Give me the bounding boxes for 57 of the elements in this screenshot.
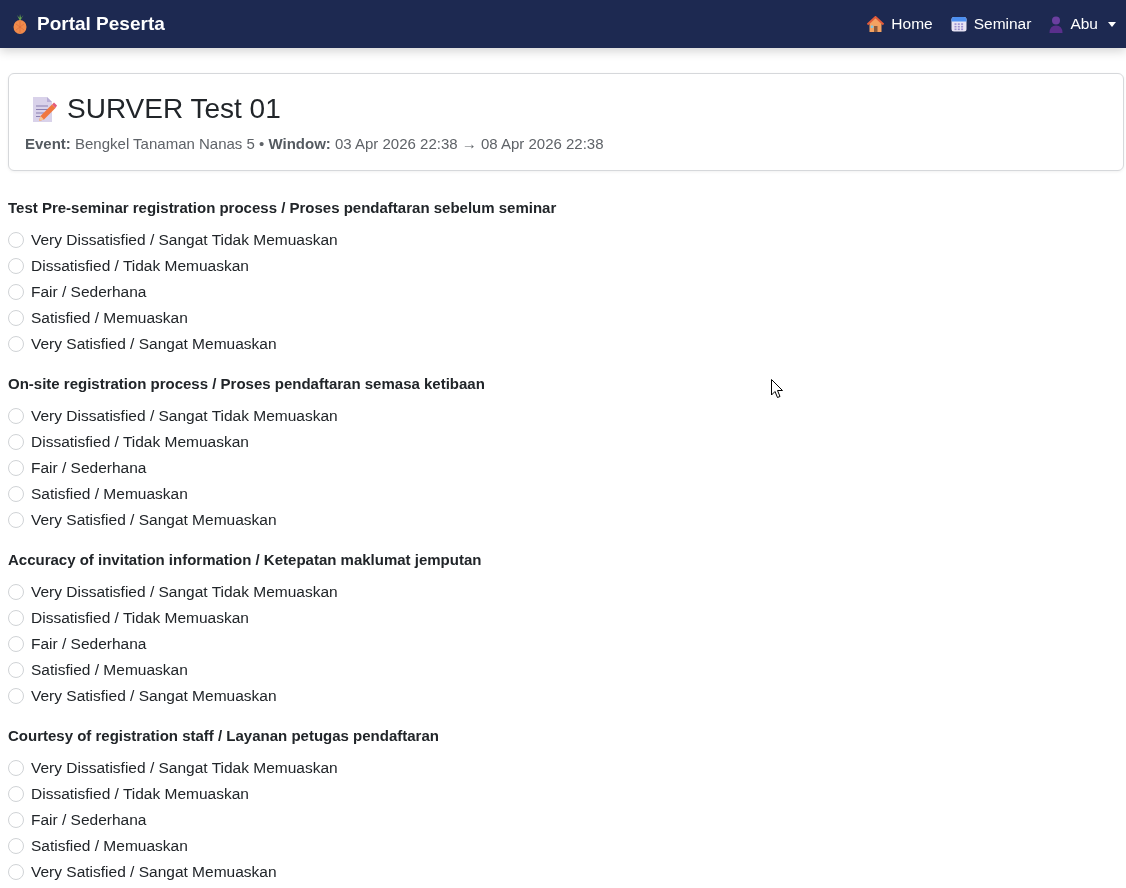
- option-label[interactable]: Dissatisfied / Tidak Memuaskan: [31, 431, 249, 453]
- option-label[interactable]: Very Satisfied / Sangat Memuaskan: [31, 685, 277, 707]
- radio-button[interactable]: [8, 812, 24, 828]
- option-label[interactable]: Very Satisfied / Sangat Memuaskan: [31, 333, 277, 355]
- nav-link[interactable]: Home: [867, 15, 933, 33]
- radio-button[interactable]: [8, 310, 24, 326]
- question-title: On-site registration process / Proses pendaftaran semasa ketibaan: [8, 374, 485, 394]
- radio-button[interactable]: [8, 688, 24, 704]
- brand-link[interactable]: Portal Peserta: [12, 13, 165, 35]
- nav-link[interactable]: Seminar: [950, 15, 1032, 33]
- caret-icon: [1108, 21, 1116, 27]
- mouse-pointer-icon: [771, 379, 784, 399]
- radio-button[interactable]: [8, 610, 24, 626]
- radio-button[interactable]: [8, 460, 24, 476]
- option-label[interactable]: Satisfied / Memuaskan: [31, 483, 188, 505]
- person-icon: [1049, 15, 1064, 33]
- note-pencil-icon: [31, 95, 57, 123]
- radio-button[interactable]: [8, 408, 24, 424]
- option-label[interactable]: Very Dissatisfied / Sangat Tidak Memuaskan: [31, 757, 338, 779]
- survey-details: Event: Bengkel Tanaman Nanas 5 • Window: 03 Apr 2026 22:38 → 08 Apr 2026 22:38: [25, 134, 605, 154]
- radio-button[interactable]: [8, 284, 24, 300]
- option-label[interactable]: Very Dissatisfied / Sangat Tidak Memuaskan: [31, 405, 338, 427]
- option-label[interactable]: Satisfied / Memuaskan: [31, 307, 188, 329]
- option-label[interactable]: Very Satisfied / Sangat Memuaskan: [31, 861, 277, 883]
- user-menu-toggle[interactable]: Abu: [1049, 15, 1116, 33]
- option-label[interactable]: Satisfied / Memuaskan: [31, 835, 188, 857]
- radio-button[interactable]: [8, 636, 24, 652]
- radio-button[interactable]: [8, 512, 24, 528]
- radio-button[interactable]: [8, 662, 24, 678]
- option-label[interactable]: Satisfied / Memuaskan: [31, 659, 188, 681]
- radio-button[interactable]: [8, 786, 24, 802]
- option-label[interactable]: Fair / Sederhana: [31, 457, 147, 479]
- question-title: Test Pre-seminar registration process / Proses pendaftaran sebelum seminar: [8, 198, 557, 218]
- radio-button[interactable]: [8, 760, 24, 776]
- option-label[interactable]: Fair / Sederhana: [31, 633, 147, 655]
- survey-title: SURVER Test 01: [67, 92, 281, 126]
- radio-button[interactable]: [8, 838, 24, 854]
- pineapple-icon: [12, 14, 28, 34]
- question-title: Accuracy of invitation information / Ketepatan maklumat jemputan: [8, 550, 482, 570]
- option-label[interactable]: Very Dissatisfied / Sangat Tidak Memuaskan: [31, 581, 338, 603]
- option-label[interactable]: Dissatisfied / Tidak Memuaskan: [31, 607, 249, 629]
- radio-button[interactable]: [8, 258, 24, 274]
- option-label[interactable]: Fair / Sederhana: [31, 281, 147, 303]
- radio-button[interactable]: [8, 486, 24, 502]
- option-label[interactable]: Dissatisfied / Tidak Memuaskan: [31, 783, 249, 805]
- radio-button[interactable]: [8, 434, 24, 450]
- radio-button[interactable]: [8, 864, 24, 880]
- radio-button[interactable]: [8, 336, 24, 352]
- house-icon: [867, 16, 885, 32]
- calendar-icon: [950, 16, 967, 32]
- question-title: Courtesy of registration staff / Layanan petugas pendaftaran: [8, 726, 439, 746]
- radio-button[interactable]: [8, 584, 24, 600]
- option-label[interactable]: Dissatisfied / Tidak Memuaskan: [31, 255, 249, 277]
- option-label[interactable]: Very Satisfied / Sangat Memuaskan: [31, 509, 277, 531]
- option-label[interactable]: Very Dissatisfied / Sangat Tidak Memuaskan: [31, 229, 338, 251]
- option-label[interactable]: Fair / Sederhana: [31, 809, 147, 831]
- radio-button[interactable]: [8, 232, 24, 248]
